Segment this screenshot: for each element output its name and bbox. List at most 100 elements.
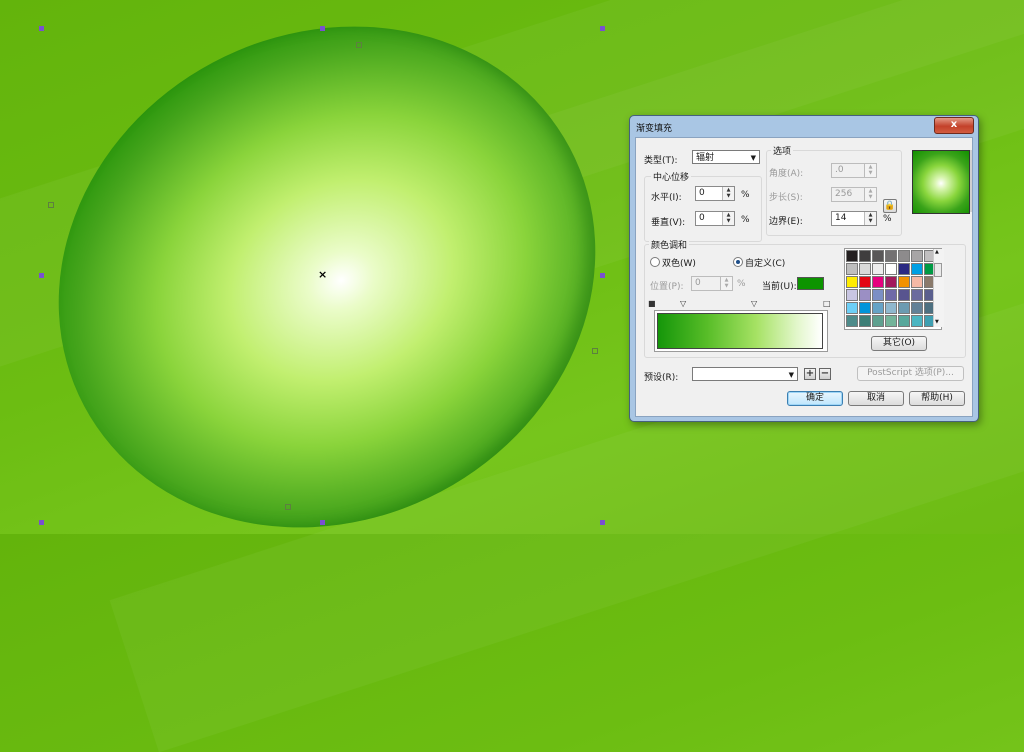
palette-swatch[interactable] — [872, 315, 884, 327]
palette-swatch[interactable] — [911, 250, 923, 262]
lock-icon[interactable]: 🔒 — [883, 199, 897, 213]
options-title: 选项 — [771, 144, 794, 157]
palette-swatch[interactable] — [872, 263, 884, 275]
palette-swatch[interactable] — [898, 302, 910, 314]
type-select[interactable]: 辐射 ▼ — [692, 150, 760, 164]
palette-swatch[interactable] — [885, 289, 897, 301]
palette-swatch[interactable] — [859, 302, 871, 314]
curve-node[interactable] — [285, 504, 291, 510]
palette-swatch[interactable] — [859, 315, 871, 327]
center-offset-group: 中心位移 水平(I): 0 ▲ ▼ % 垂直(V): 0 ▲ ▼ % — [644, 170, 762, 242]
edge-pad-input[interactable]: 14 ▲ ▼ — [831, 211, 877, 226]
palette-swatch[interactable] — [846, 302, 858, 314]
current-color-swatch[interactable] — [797, 277, 824, 290]
curve-node[interactable] — [48, 202, 54, 208]
preset-select[interactable]: ▼ — [692, 367, 798, 381]
palette-swatch[interactable] — [885, 263, 897, 275]
horizontal-offset-input[interactable]: 0 ▲ ▼ — [695, 186, 735, 201]
angle-value: .0 — [835, 165, 844, 175]
selection-handle-bottom-left[interactable] — [39, 520, 44, 525]
palette-swatch[interactable] — [872, 250, 884, 262]
palette-swatch[interactable] — [911, 302, 923, 314]
add-preset-button[interactable]: + — [804, 368, 816, 380]
selection-handle-middle-left[interactable] — [39, 273, 44, 278]
start-marker-icon[interactable]: ■ — [648, 300, 656, 308]
curve-node[interactable] — [592, 348, 598, 354]
chevron-down-icon: ▼ — [750, 154, 756, 162]
palette-swatch[interactable] — [846, 315, 858, 327]
palette-swatch[interactable] — [885, 250, 897, 262]
angle-input: .0 ▲ ▼ — [831, 163, 877, 178]
selection-handle-bottom-right[interactable] — [600, 520, 605, 525]
selection-handle-bottom-center[interactable] — [320, 520, 325, 525]
palette-swatch[interactable] — [859, 250, 871, 262]
two-color-radio[interactable] — [650, 257, 660, 267]
position-unit: % — [737, 279, 746, 289]
center-offset-title: 中心位移 — [651, 170, 692, 183]
palette-swatch[interactable] — [846, 276, 858, 288]
selection-handle-top-right[interactable] — [600, 26, 605, 31]
dialog-body: 类型(T): 辐射 ▼ 中心位移 水平(I): 0 ▲ ▼ % 垂直(V): 0 … — [635, 137, 973, 417]
selection-handle-top-center[interactable] — [320, 26, 325, 31]
selection-handle-top-left[interactable] — [39, 26, 44, 31]
palette-swatch[interactable] — [911, 263, 923, 275]
dialog-titlebar[interactable]: 渐变填充 x — [630, 116, 978, 136]
curve-node[interactable] — [356, 42, 362, 48]
color-stop-marker-icon[interactable]: ▽ — [751, 300, 757, 308]
center-marker-icon[interactable]: × — [318, 269, 327, 280]
ok-button[interactable]: 确定 — [787, 391, 843, 406]
edge-pad-unit: % — [883, 214, 892, 224]
help-button[interactable]: 帮助(H) — [909, 391, 965, 406]
angle-spin-buttons: ▲ ▼ — [864, 164, 876, 177]
cancel-button-label: 取消 — [866, 393, 885, 403]
vertical-label: 垂直(V): — [651, 218, 686, 228]
cancel-button[interactable]: 取消 — [848, 391, 904, 406]
ok-button-label: 确定 — [805, 393, 824, 403]
palette-swatch[interactable] — [859, 289, 871, 301]
palette-swatch[interactable] — [898, 250, 910, 262]
palette-swatch[interactable] — [846, 289, 858, 301]
palette-swatch[interactable] — [898, 315, 910, 327]
palette-scrollbar[interactable]: ▲ ▼ — [933, 249, 944, 327]
steps-label: 步长(S): — [769, 193, 803, 203]
end-marker-icon[interactable]: □ — [823, 300, 831, 308]
close-icon: x — [950, 119, 958, 130]
palette-swatch[interactable] — [859, 276, 871, 288]
vertical-spin-buttons[interactable]: ▲ ▼ — [722, 212, 734, 225]
remove-preset-button[interactable]: − — [819, 368, 831, 380]
palette-swatch[interactable] — [898, 289, 910, 301]
others-button[interactable]: 其它(O) — [871, 336, 927, 351]
palette-swatch[interactable] — [872, 302, 884, 314]
palette-swatch[interactable] — [911, 315, 923, 327]
palette-swatch[interactable] — [859, 263, 871, 275]
position-label: 位置(P): — [650, 282, 684, 292]
position-value: 0 — [695, 278, 701, 288]
edge-pad-spin-buttons[interactable]: ▲ ▼ — [864, 212, 876, 225]
selection-handle-middle-right[interactable] — [600, 273, 605, 278]
color-stop-marker-icon[interactable]: ▽ — [680, 300, 686, 308]
palette-swatch[interactable] — [846, 263, 858, 275]
vertical-offset-input[interactable]: 0 ▲ ▼ — [695, 211, 735, 226]
palette-swatch[interactable] — [885, 276, 897, 288]
preview-scrollbar[interactable] — [970, 150, 972, 212]
palette-swatch[interactable] — [898, 263, 910, 275]
gradient-bar[interactable] — [657, 313, 823, 349]
close-button[interactable]: x — [934, 117, 974, 134]
palette-swatch[interactable] — [872, 289, 884, 301]
minus-icon: − — [820, 368, 830, 379]
palette-swatch[interactable] — [898, 276, 910, 288]
palette-swatch[interactable] — [885, 302, 897, 314]
palette-swatch[interactable] — [846, 250, 858, 262]
dialog-title: 渐变填充 — [636, 124, 673, 134]
vertical-offset-value: 0 — [699, 213, 705, 223]
palette-swatch[interactable] — [872, 276, 884, 288]
palette-swatch[interactable] — [911, 289, 923, 301]
horizontal-unit: % — [741, 190, 750, 200]
edge-pad-label: 边界(E): — [769, 217, 803, 227]
horizontal-spin-buttons[interactable]: ▲ ▼ — [722, 187, 734, 200]
current-label: 当前(U): — [762, 282, 797, 292]
palette-swatch[interactable] — [911, 276, 923, 288]
custom-radio[interactable] — [733, 257, 743, 267]
palette-swatch[interactable] — [885, 315, 897, 327]
steps-input: 256 ▲ ▼ — [831, 187, 877, 202]
